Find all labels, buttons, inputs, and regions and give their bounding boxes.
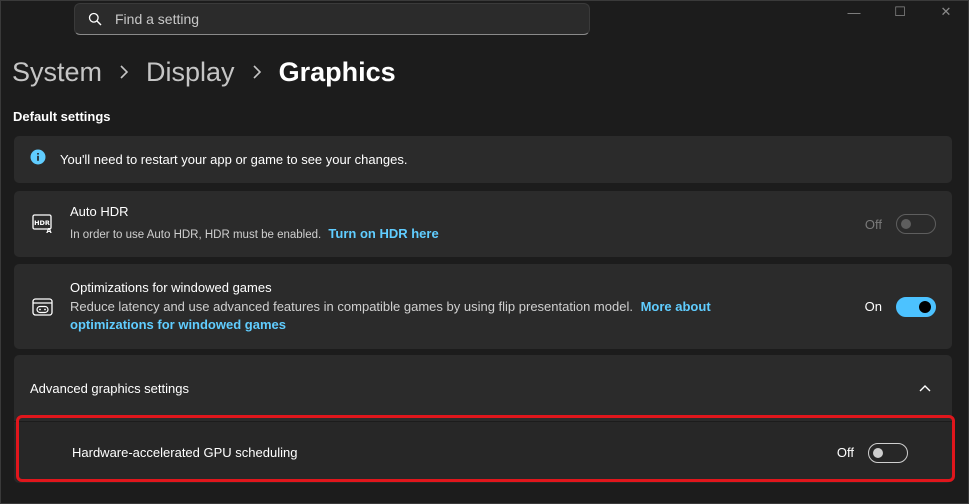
windowed-games-toggle[interactable] <box>896 296 936 317</box>
auto-hdr-row: HDR A Auto HDR In order to use Auto HDR,… <box>14 191 952 257</box>
minimize-button[interactable]: — <box>831 0 877 24</box>
windowed-games-title: Optimizations for windowed games <box>70 279 272 295</box>
game-window-icon <box>14 297 70 317</box>
breadcrumb-system[interactable]: System <box>12 57 102 88</box>
gpu-scheduling-control: Off <box>836 442 908 463</box>
windowed-games-row: Optimizations for windowed games Reduce … <box>14 264 952 349</box>
search-input[interactable] <box>115 11 555 27</box>
breadcrumb: System Display Graphics <box>12 52 396 92</box>
search-box[interactable] <box>74 3 590 35</box>
chevron-right-icon <box>119 64 129 80</box>
gpu-scheduling-toggle[interactable] <box>868 442 908 463</box>
auto-hdr-control: Off <box>865 214 936 234</box>
search-icon <box>75 12 115 26</box>
gpu-scheduling-state: Off <box>836 445 854 460</box>
info-text: You'll need to restart your app or game … <box>60 152 408 167</box>
auto-hdr-title: Auto HDR <box>70 204 129 219</box>
hdr-icon: HDR A <box>14 214 70 234</box>
window-controls: — ☐ ✕ <box>831 0 969 24</box>
advanced-graphics-title: Advanced graphics settings <box>30 380 189 396</box>
chevron-up-icon[interactable] <box>918 383 932 393</box>
svg-text:HDR: HDR <box>34 219 50 227</box>
svg-text:A: A <box>46 227 52 234</box>
advanced-graphics-expander[interactable]: Advanced graphics settings <box>14 355 952 421</box>
auto-hdr-toggle[interactable] <box>896 214 936 234</box>
turn-on-hdr-link[interactable]: Turn on HDR here <box>328 226 438 241</box>
section-title: Default settings <box>13 109 111 124</box>
auto-hdr-description: In order to use Auto HDR, HDR must be en… <box>70 229 322 241</box>
gpu-scheduling-title: Hardware-accelerated GPU scheduling <box>72 445 298 460</box>
page-title: Graphics <box>278 56 396 87</box>
chevron-right-icon <box>252 64 262 80</box>
gpu-scheduling-row: Hardware-accelerated GPU scheduling Off <box>14 421 952 483</box>
breadcrumb-display[interactable]: Display <box>146 57 235 88</box>
restart-info-bar: You'll need to restart your app or game … <box>14 136 952 183</box>
close-button[interactable]: ✕ <box>923 0 969 24</box>
windowed-games-control: On <box>864 296 936 317</box>
auto-hdr-state: Off <box>864 216 882 232</box>
more-about-link[interactable]: More about <box>641 299 711 314</box>
maximize-button[interactable]: ☐ <box>877 0 923 24</box>
windowed-games-state: On <box>864 299 882 314</box>
windowed-games-description: Reduce latency and use advanced features… <box>70 298 633 314</box>
optimizations-link[interactable]: optimizations for windowed games <box>70 317 286 332</box>
info-icon <box>30 149 46 170</box>
